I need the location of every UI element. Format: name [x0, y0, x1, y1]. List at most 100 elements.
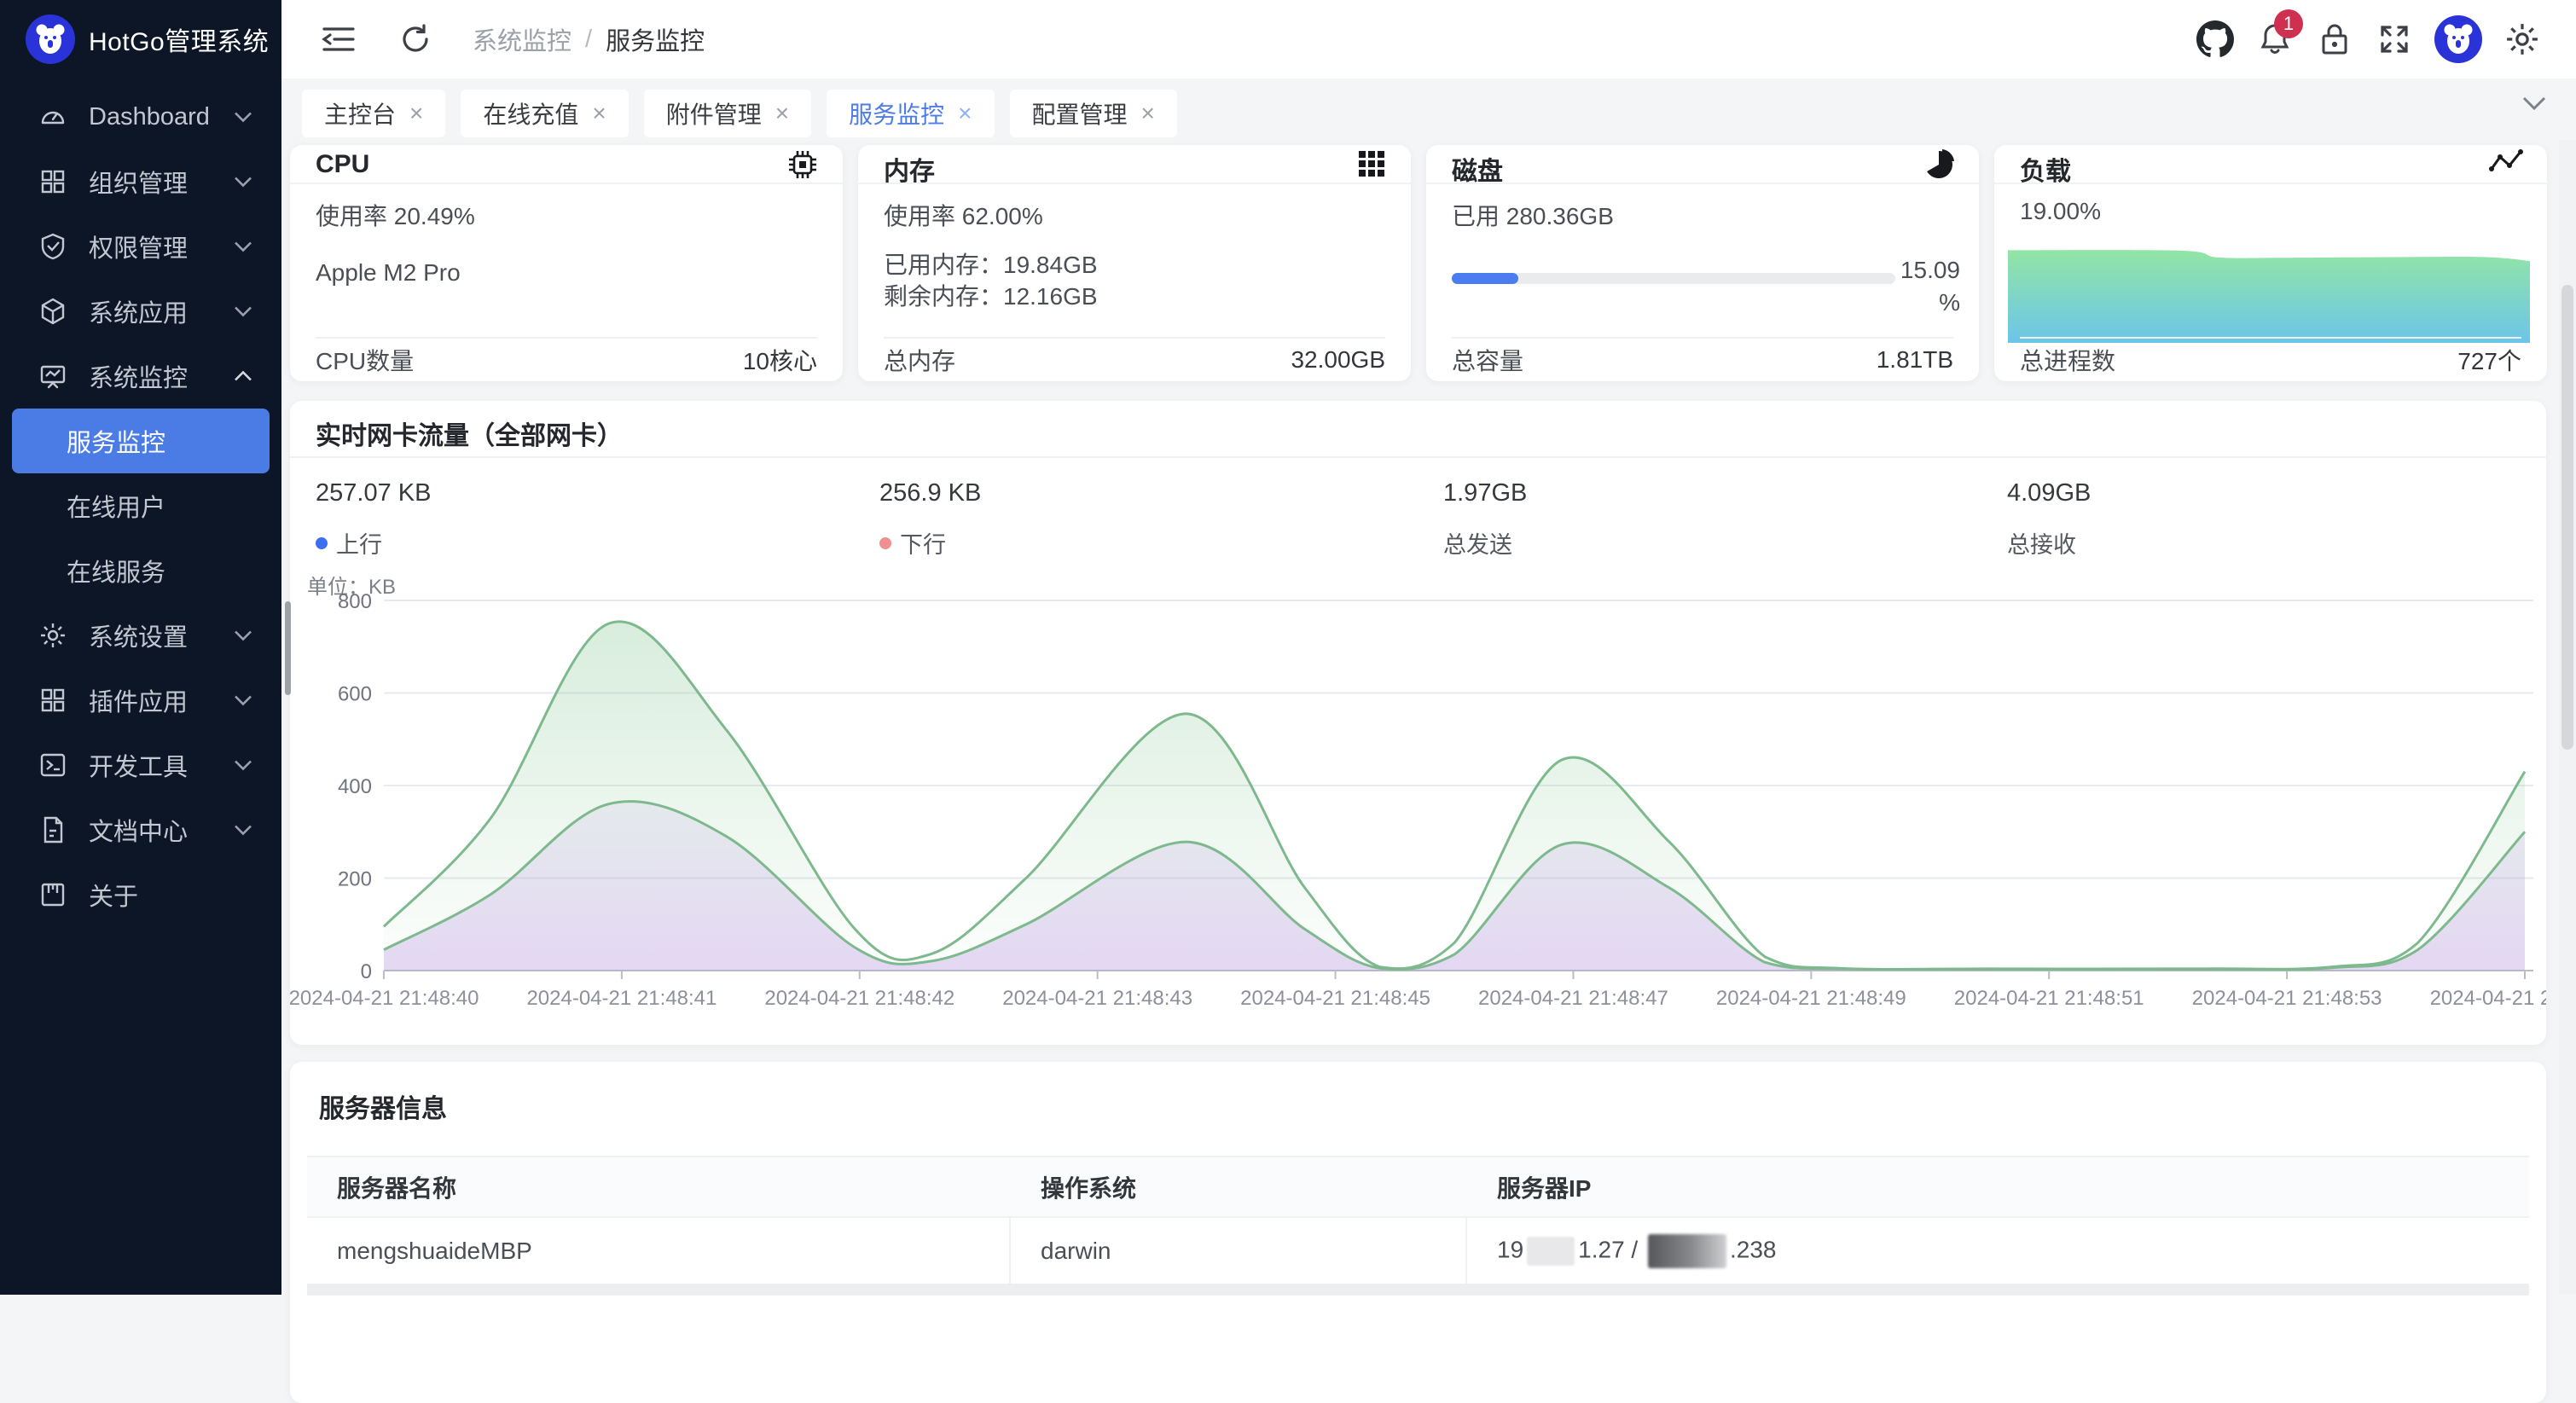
svg-text:200: 200 — [338, 868, 372, 891]
svg-text:2024-04-21 21:48:41: 2024-04-21 21:48:41 — [526, 987, 717, 1010]
sidebar-item-about[interactable]: 关于 — [0, 862, 281, 927]
tab-service-monitor[interactable]: 服务监控 × — [827, 90, 994, 137]
page-scrollbar-thumb[interactable] — [2561, 285, 2573, 750]
tab-label: 在线充值 — [483, 96, 578, 130]
pie-chart-icon — [1923, 148, 1955, 181]
sidebar: HotGo管理系统 Dashboard 组织管理 权限管理 系统应用 系统监控 — [0, 0, 281, 1295]
memory-footer-label: 总内存 — [884, 343, 955, 377]
tab-online-recharge[interactable]: 在线充值 × — [461, 90, 628, 137]
chevron-down-icon — [234, 695, 252, 706]
cpu-chip-icon — [786, 148, 819, 181]
chevron-up-icon — [234, 371, 252, 382]
table-next-row-strip — [307, 1284, 2529, 1296]
cpu-footer-label: CPU数量 — [316, 343, 414, 377]
refresh-icon[interactable] — [396, 20, 435, 59]
tab-attachments[interactable]: 附件管理 × — [644, 90, 811, 137]
tab-config[interactable]: 配置管理 × — [1010, 90, 1177, 137]
sidebar-item-monitor[interactable]: 系统监控 — [0, 344, 281, 409]
cpu-card-title: CPU — [316, 150, 369, 179]
chevron-down-icon — [234, 630, 252, 641]
svg-text:600: 600 — [338, 683, 372, 706]
tab-label: 主控台 — [324, 96, 396, 130]
monitor-chart-icon — [38, 361, 68, 391]
chevron-down-icon — [234, 306, 252, 317]
sidebar-item-label: Dashboard — [89, 103, 210, 131]
svg-text:2024-04-21 21:48:49: 2024-04-21 21:48:49 — [1716, 987, 1906, 1010]
notifications-bell-icon[interactable]: 1 — [2255, 20, 2295, 59]
column-header-name: 服务器名称 — [307, 1170, 1011, 1204]
load-footer-label: 总进程数 — [2020, 343, 2115, 377]
disk-percent-label: 15.09 % — [1883, 254, 1960, 319]
memory-used: 已用内存：19.84GB — [884, 246, 1098, 281]
chevron-down-icon — [234, 760, 252, 771]
disk-progress-fill — [1452, 273, 1518, 284]
tab-label: 配置管理 — [1032, 96, 1128, 130]
plugin-grid-icon — [38, 685, 68, 716]
sidebar-item-dashboard[interactable]: Dashboard — [0, 84, 281, 149]
load-sparkline-chart — [1994, 145, 2547, 350]
breadcrumb-separator: / — [585, 26, 592, 54]
load-card: 负载 19.00% 总进程数 727个 — [1994, 145, 2547, 381]
cpu-card: CPU 使用率 20.49% Apple M2 Pro CPU数量 10核心 — [290, 145, 843, 381]
load-footer-value: 727个 — [2457, 343, 2521, 377]
app-logo-row[interactable]: HotGo管理系统 — [0, 0, 281, 78]
app-title: HotGo管理系统 — [89, 20, 269, 58]
dashboard-icon — [38, 101, 68, 132]
collapse-sidebar-icon[interactable] — [319, 20, 358, 59]
close-icon[interactable]: × — [592, 100, 606, 127]
sidebar-item-online-users[interactable]: 在线用户 — [12, 473, 270, 538]
sidebar-item-label: 在线服务 — [67, 553, 165, 588]
breadcrumb-parent[interactable]: 系统监控 — [473, 21, 571, 57]
disk-card: 磁盘 已用 280.36GB 15.09 % 总容量 1.81TB — [1426, 145, 1979, 381]
close-icon[interactable]: × — [1141, 100, 1155, 127]
sidebar-item-system-app[interactable]: 系统应用 — [0, 279, 281, 344]
page-scrollbar-track[interactable] — [2559, 140, 2576, 1295]
chevron-down-icon — [234, 112, 252, 123]
breadcrumb-current: 服务监控 — [606, 21, 705, 57]
traffic-area-chart: 02004006008002024-04-21 21:48:402024-04-… — [290, 401, 2546, 1045]
svg-text:2024-04-21 21:48:47: 2024-04-21 21:48:47 — [1478, 987, 1668, 1010]
sidebar-item-dev-tools[interactable]: 开发工具 — [0, 733, 281, 797]
sidebar-item-plugins[interactable]: 插件应用 — [0, 668, 281, 733]
sidebar-item-settings[interactable]: 系统设置 — [0, 603, 281, 668]
tab-bar: 主控台 × 在线充值 × 附件管理 × 服务监控 × 配置管理 × — [281, 78, 2576, 140]
cpu-footer-value: 10核心 — [743, 343, 817, 377]
github-icon[interactable] — [2196, 20, 2235, 59]
sidebar-item-docs[interactable]: 文档中心 — [0, 797, 281, 862]
server-ip-cell: 191.27 / .238 — [1467, 1234, 2529, 1268]
sidebar-item-online-services[interactable]: 在线服务 — [12, 538, 270, 603]
sidebar-item-label: 文档中心 — [89, 812, 188, 848]
lock-icon[interactable] — [2315, 20, 2354, 59]
disk-footer-label: 总容量 — [1452, 343, 1523, 377]
user-avatar[interactable] — [2434, 15, 2482, 63]
sidebar-scrollbar-thumb[interactable] — [285, 601, 291, 695]
sidebar-item-label: 系统监控 — [89, 358, 188, 394]
disk-progress-bar — [1452, 273, 1895, 284]
cpu-model: Apple M2 Pro — [316, 259, 461, 287]
sidebar-item-label: 权限管理 — [89, 229, 188, 264]
close-icon[interactable]: × — [775, 100, 789, 127]
cube-icon — [38, 296, 68, 327]
top-header: 系统监控 / 服务监控 1 — [281, 0, 2576, 78]
svg-text:800: 800 — [338, 590, 372, 613]
tab-dashboard[interactable]: 主控台 × — [302, 90, 445, 137]
shield-check-icon — [38, 231, 68, 262]
server-table: 服务器名称 操作系统 服务器IP mengshuaideMBP darwin 1… — [307, 1156, 2529, 1296]
settings-gear-icon[interactable] — [2503, 20, 2542, 59]
close-icon[interactable]: × — [409, 100, 423, 127]
sidebar-item-service-monitor[interactable]: 服务监控 — [12, 409, 270, 473]
svg-text:2024-04-21 21:48:45: 2024-04-21 21:48:45 — [1240, 987, 1430, 1010]
svg-text:400: 400 — [338, 775, 372, 798]
sidebar-item-label: 系统应用 — [89, 293, 188, 329]
sidebar-item-label: 开发工具 — [89, 747, 188, 783]
memory-free: 剩余内存：12.16GB — [884, 278, 1098, 312]
sidebar-item-permission[interactable]: 权限管理 — [0, 214, 281, 279]
tab-list-chevron-down-icon[interactable] — [2521, 96, 2547, 111]
traffic-card: 实时网卡流量（全部网卡） 257.07 KB 上行 256.9 KB 下行 1.… — [290, 401, 2546, 1045]
close-icon[interactable]: × — [958, 100, 972, 127]
sidebar-item-org[interactable]: 组织管理 — [0, 149, 281, 214]
sidebar-item-label: 在线用户 — [67, 488, 165, 524]
fullscreen-icon[interactable] — [2375, 20, 2414, 59]
project-frame-icon — [38, 879, 68, 910]
svg-text:2024-04-21 21:48:55: 2024-04-21 21:48:55 — [2430, 987, 2546, 1010]
